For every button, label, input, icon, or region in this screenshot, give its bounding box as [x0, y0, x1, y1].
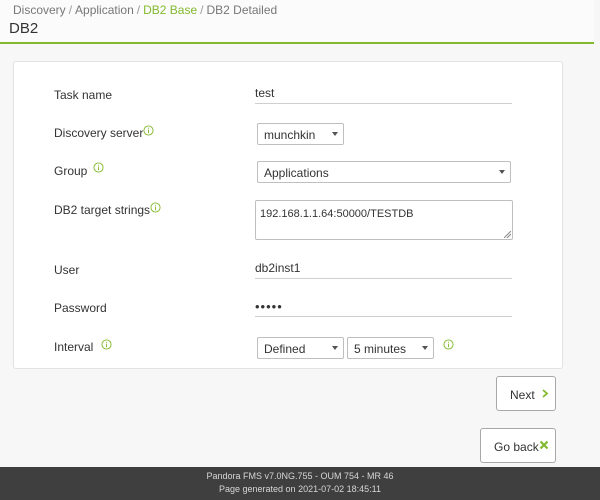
close-x-icon	[539, 440, 549, 450]
info-icon[interactable]	[143, 125, 154, 136]
info-icon[interactable]	[150, 202, 161, 213]
page-header: Discovery / Application / DB2 Base / DB2 Detai…	[0, 0, 594, 44]
password-input[interactable]: •••••	[255, 296, 512, 317]
db2-target-strings-textarea[interactable]: 192.168.1.1.64:50000/TESTDB	[255, 200, 513, 240]
password-label: Password	[54, 301, 107, 315]
chevron-down-icon	[332, 132, 338, 136]
breadcrumb-separator: /	[136, 3, 141, 17]
form-panel: Task name test Discovery server munchkin…	[13, 61, 563, 369]
info-icon[interactable]	[443, 339, 454, 350]
chevron-down-icon	[332, 346, 338, 350]
chevron-down-icon	[422, 346, 428, 350]
db2-target-strings-value: 192.168.1.1.64:50000/TESTDB	[260, 208, 414, 220]
interval-value-select[interactable]: 5 minutes	[347, 337, 434, 359]
task-name-input[interactable]: test	[255, 83, 512, 104]
interval-mode-select[interactable]: Defined	[257, 337, 344, 359]
interval-value: 5 minutes	[354, 342, 407, 356]
footer-version: Pandora FMS v7.0NG.755 - OUM 754 - MR 46	[206, 471, 394, 481]
task-name-label: Task name	[54, 88, 113, 102]
go-back-button[interactable]: Go back	[480, 428, 556, 463]
interval-mode-value: Defined	[264, 342, 306, 356]
resize-grip-icon[interactable]	[504, 231, 511, 238]
breadcrumb-application[interactable]: Application	[75, 3, 134, 17]
discovery-server-value: munchkin	[264, 128, 316, 142]
breadcrumb-discovery[interactable]: Discovery	[13, 3, 66, 17]
chevron-down-icon	[499, 170, 505, 174]
breadcrumb: Discovery / Application / DB2 Base / DB2 Detai…	[13, 3, 277, 17]
user-input[interactable]: db2inst1	[255, 258, 512, 279]
info-icon[interactable]	[101, 339, 112, 350]
group-label: Group	[54, 164, 88, 178]
breadcrumb-db2-detailed: DB2 Detailed	[206, 3, 278, 17]
interval-label: Interval	[54, 340, 94, 354]
discovery-server-label: Discovery server	[54, 126, 144, 140]
chevron-right-icon	[542, 389, 549, 398]
next-button-label: Next	[510, 388, 535, 402]
next-button[interactable]: Next	[496, 376, 556, 411]
group-select[interactable]: Applications	[257, 161, 511, 183]
page-footer: Pandora FMS v7.0NG.755 - OUM 754 - MR 46…	[0, 467, 600, 500]
discovery-server-select[interactable]: munchkin	[257, 123, 344, 145]
go-back-button-label: Go back	[494, 440, 539, 454]
footer-generated: Page generated on 2021-07-02 18:45:11	[219, 484, 381, 494]
breadcrumb-db2-base[interactable]: DB2 Base	[143, 3, 197, 17]
page-title: DB2	[9, 20, 39, 37]
db2-target-strings-label: DB2 target strings	[54, 203, 151, 217]
info-icon[interactable]	[93, 162, 104, 173]
breadcrumb-separator: /	[68, 3, 73, 17]
user-label: User	[54, 263, 80, 277]
breadcrumb-separator: /	[200, 3, 204, 17]
group-value: Applications	[264, 166, 329, 180]
